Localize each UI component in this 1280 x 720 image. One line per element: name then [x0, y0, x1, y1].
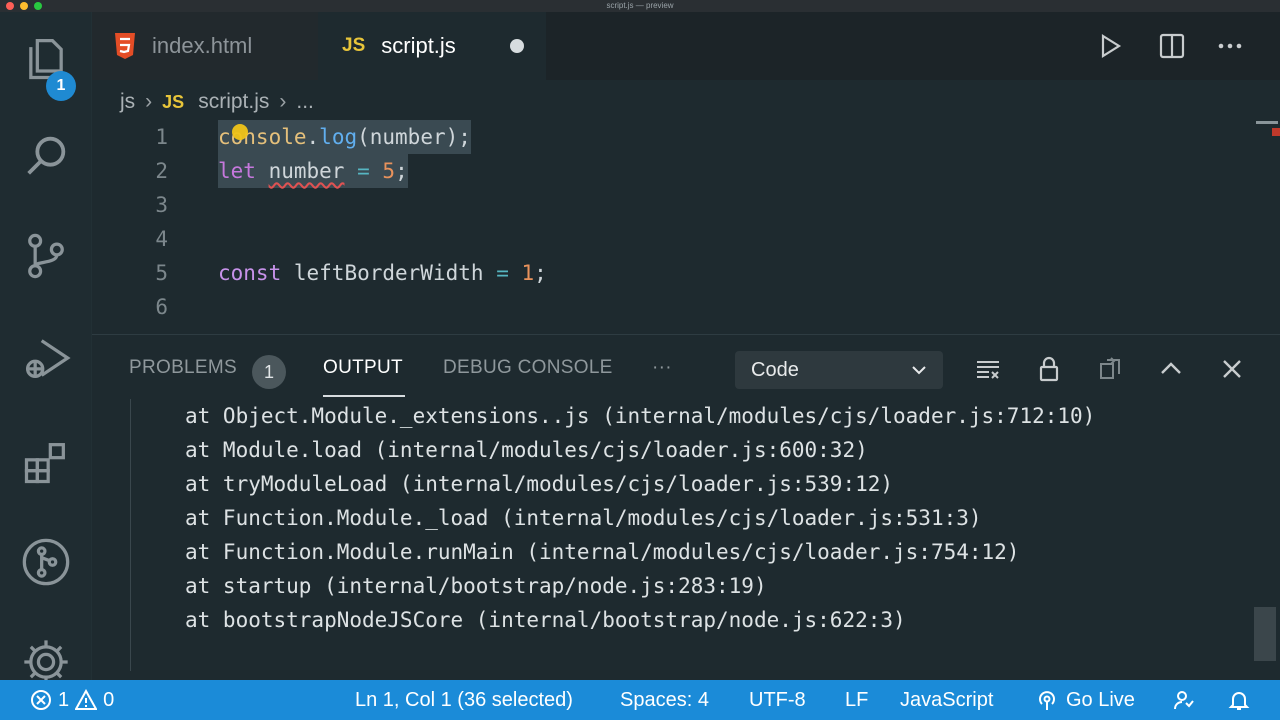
extensions-icon[interactable]: [18, 434, 74, 490]
line-code[interactable]: console.log(number);: [218, 120, 471, 154]
status-bar: 1 0 Ln 1, Col 1 (36 selected) Spaces: 4 …: [0, 680, 1280, 720]
output-line: at bootstrapNodeJSCore (internal/bootstr…: [185, 608, 906, 632]
output-line: at tryModuleLoad (internal/modules/cjs/l…: [185, 472, 894, 496]
tab-problems[interactable]: PROBLEMS: [129, 357, 237, 379]
activity-bar: 1: [0, 12, 92, 684]
tab-label: script.js: [381, 33, 456, 58]
tab-label: index.html: [152, 33, 253, 58]
output-scrollbar[interactable]: [1254, 607, 1276, 661]
breadcrumb-more[interactable]: ...: [296, 90, 314, 114]
line-code[interactable]: const leftBorderWidth = 1;: [218, 256, 547, 290]
bottom-panel: PROBLEMS 1 OUTPUT DEBUG CONSOLE ··· Code…: [92, 334, 1280, 680]
line-number: 1: [155, 125, 168, 149]
active-tab-indicator: [323, 395, 405, 397]
eol-status[interactable]: LF: [845, 680, 868, 720]
run-debug-icon[interactable]: [18, 330, 74, 386]
source-control-icon[interactable]: [18, 228, 74, 284]
close-panel-icon[interactable]: [1216, 353, 1248, 385]
breadcrumb-file[interactable]: script.js: [198, 90, 269, 114]
indentation-status[interactable]: Spaces: 4: [620, 680, 709, 720]
chevron-right-icon: ›: [145, 90, 153, 113]
more-actions-icon[interactable]: [1214, 30, 1246, 62]
output-line: at Function.Module.runMain (internal/mod…: [185, 540, 1020, 564]
language-mode[interactable]: JavaScript: [900, 680, 993, 720]
output-channel-value: Code: [751, 358, 799, 381]
run-play-icon[interactable]: [1094, 30, 1126, 62]
code-line[interactable]: 4: [92, 222, 1252, 256]
warning-count: 0: [103, 688, 115, 711]
tab-output[interactable]: OUTPUT: [323, 357, 403, 379]
js-file-icon: JS: [342, 35, 366, 56]
go-live-button[interactable]: Go Live: [1036, 680, 1135, 720]
editor-tab-bar: index.html JS script.js: [92, 12, 1280, 80]
output-line: at startup (internal/bootstrap/node.js:2…: [185, 574, 767, 598]
line-number: 2: [155, 159, 168, 183]
code-line[interactable]: 2 let number = 5;: [92, 154, 1252, 188]
output-line: at Function.Module._load (internal/modul…: [185, 506, 982, 530]
pointer-highlight: [232, 124, 248, 140]
line-code[interactable]: let number = 5;: [218, 154, 408, 188]
code-line[interactable]: 3: [92, 188, 1252, 222]
feedback-icon[interactable]: [1172, 680, 1194, 720]
code-line[interactable]: 1 console.log(number);: [92, 120, 1252, 154]
error-count: 1: [58, 688, 70, 711]
split-editor-icon[interactable]: [1156, 30, 1188, 62]
output-log[interactable]: at Object.Module._extensions..js (intern…: [130, 399, 1250, 671]
line-number: 5: [155, 261, 168, 285]
code-line[interactable]: 5 const leftBorderWidth = 1;: [92, 256, 1252, 290]
more-panels-icon[interactable]: ···: [652, 357, 672, 379]
maximize-panel-icon[interactable]: [1155, 353, 1187, 385]
js-file-icon: JS: [162, 91, 185, 112]
encoding-status[interactable]: UTF-8: [749, 680, 806, 720]
explorer-badge: 1: [46, 71, 76, 101]
output-line: at Object.Module._extensions..js (intern…: [185, 404, 1096, 428]
html5-icon: [115, 33, 135, 59]
notifications-bell-icon[interactable]: [1228, 680, 1250, 720]
cursor-position[interactable]: Ln 1, Col 1 (36 selected): [355, 680, 573, 720]
git-graph-icon[interactable]: [18, 534, 74, 590]
problems-count-badge: 1: [252, 355, 286, 389]
line-number: 6: [155, 295, 168, 319]
tab-script-js[interactable]: JS script.js: [318, 12, 546, 80]
breadcrumb-folder[interactable]: js: [120, 90, 135, 114]
open-log-icon[interactable]: [1094, 353, 1126, 385]
line-number: 3: [155, 193, 168, 217]
minimap-indicator[interactable]: [1256, 121, 1278, 124]
error-marker: [1272, 128, 1280, 136]
window-title: script.js — preview: [606, 1, 674, 10]
clear-output-icon[interactable]: [972, 353, 1004, 385]
chevron-right-icon: ›: [279, 90, 287, 113]
error-icon: [31, 690, 51, 710]
go-live-label: Go Live: [1066, 688, 1135, 711]
line-number: 4: [155, 227, 168, 251]
lock-scroll-icon[interactable]: [1033, 353, 1065, 385]
tab-debug-console[interactable]: DEBUG CONSOLE: [443, 357, 613, 379]
output-channel-select[interactable]: Code: [735, 351, 943, 389]
breadcrumb: js › JS script.js › ...: [120, 86, 314, 118]
problems-status[interactable]: 1 0: [30, 680, 114, 720]
window-title-bar: script.js — preview: [0, 0, 1280, 12]
broadcast-icon: [1039, 691, 1055, 710]
unsaved-dot-icon[interactable]: [510, 39, 524, 53]
warning-icon: [75, 689, 98, 710]
code-line[interactable]: 6: [92, 290, 1252, 324]
output-line: at Module.load (internal/modules/cjs/loa…: [185, 438, 868, 462]
chevron-down-icon: [912, 366, 926, 375]
tab-index-html[interactable]: index.html: [92, 12, 318, 80]
search-icon[interactable]: [18, 128, 74, 184]
code-editor[interactable]: 1 console.log(number); 2 let number = 5;…: [92, 120, 1280, 334]
